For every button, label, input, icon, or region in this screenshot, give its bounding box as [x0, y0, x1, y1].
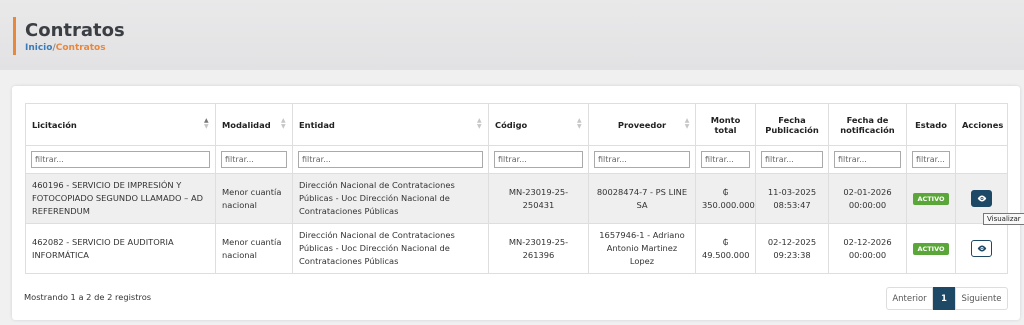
- view-tooltip: Visualizar: [983, 213, 1024, 225]
- cell-entidad: Dirección Nacional de Contrataciones Púb…: [292, 173, 489, 224]
- cell-estado: ACTIVO: [906, 223, 956, 274]
- page-title: Contratos: [25, 20, 125, 41]
- sort-arrows-icon: ▲ ▼: [577, 117, 582, 130]
- breadcrumb-current: Contratos: [55, 43, 106, 53]
- column-header-licitacion[interactable]: Licitación ▲ ▼: [25, 103, 216, 146]
- status-badge: ACTIVO: [913, 193, 949, 205]
- column-header-fecha-publicacion[interactable]: Fecha Publicación: [755, 103, 829, 146]
- table-row: 462082 - SERVICIO DE AUDITORIA INFORMÁTI…: [25, 223, 1008, 274]
- cell-estado: ACTIVO: [906, 173, 956, 224]
- column-header-acciones: Acciones: [955, 103, 1008, 146]
- cell-codigo: MN-23019-25-250431: [488, 173, 589, 224]
- filter-codigo-input[interactable]: [494, 151, 583, 168]
- column-header-estado[interactable]: Estado: [906, 103, 956, 146]
- cell-fecha-notificacion: 02-01-2026 00:00:00: [828, 173, 907, 224]
- cell-monto: ₲ 49.500.000: [695, 223, 756, 274]
- filter-modalidad-input[interactable]: [221, 151, 287, 168]
- cell-fecha-notificacion: 02-12-2026 00:00:00: [828, 223, 907, 274]
- filter-entidad-input[interactable]: [298, 151, 483, 168]
- contracts-card: Licitación ▲ ▼ Modalidad ▲ ▼ Entidad ▲ ▼ Códig…: [12, 86, 1020, 320]
- table-row: 460196 - SERVICIO DE IMPRESIÓN Y FOTOCOP…: [25, 173, 1008, 224]
- cell-fecha-publicacion: 02-12-2025 09:23:38: [755, 223, 829, 274]
- sort-arrows-icon: ▲ ▼: [281, 117, 286, 130]
- title-accent-bar: [13, 17, 16, 55]
- filter-fecha-publicacion-input[interactable]: [761, 151, 823, 168]
- filter-empty-cell: [955, 145, 1008, 174]
- cell-fecha-publicacion: 11-03-2025 08:53:47: [755, 173, 829, 224]
- column-header-codigo[interactable]: Código ▲ ▼: [488, 103, 589, 146]
- pagination: Anterior 1 Siguiente: [886, 287, 1008, 310]
- pagination-previous-button[interactable]: Anterior: [886, 287, 933, 310]
- filter-monto-input[interactable]: [701, 151, 750, 168]
- sort-arrows-icon: ▲ ▼: [684, 117, 690, 130]
- cell-modalidad: Menor cuantía nacional: [215, 173, 293, 224]
- view-button[interactable]: [971, 190, 992, 207]
- records-info: Mostrando 1 a 2 de 2 registros: [24, 292, 152, 302]
- cell-codigo: MN-23019-25-261396: [488, 223, 589, 274]
- sort-arrows-icon: ▲ ▼: [204, 117, 209, 130]
- filter-licitacion-input[interactable]: [31, 151, 210, 168]
- pagination-page-1[interactable]: 1: [933, 287, 955, 310]
- eye-icon: [977, 195, 986, 202]
- view-button[interactable]: [971, 240, 992, 257]
- breadcrumb: Inicio/Contratos: [25, 43, 106, 53]
- column-header-fecha-notificacion[interactable]: Fecha de notificación: [828, 103, 907, 146]
- cell-licitacion: 462082 - SERVICIO DE AUDITORIA INFORMÁTI…: [25, 223, 216, 274]
- cell-entidad: Dirección Nacional de Contrataciones Púb…: [292, 223, 489, 274]
- column-header-entidad[interactable]: Entidad ▲ ▼: [292, 103, 489, 146]
- filter-estado-input[interactable]: [912, 151, 950, 168]
- cell-proveedor: 1657946-1 - Adriano Antonio Martinez Lop…: [588, 223, 696, 274]
- column-header-proveedor[interactable]: Proveedor ▲ ▼: [588, 103, 696, 146]
- contracts-table: Licitación ▲ ▼ Modalidad ▲ ▼ Entidad ▲ ▼ Códig…: [25, 103, 1008, 274]
- column-header-monto[interactable]: Monto total: [695, 103, 756, 146]
- filter-fecha-notificacion-input[interactable]: [834, 151, 901, 168]
- column-header-modalidad[interactable]: Modalidad ▲ ▼: [215, 103, 293, 146]
- page-header: Contratos Inicio/Contratos: [0, 0, 1024, 70]
- cell-monto: ₲ 350.000.000: [695, 173, 756, 224]
- filter-proveedor-input[interactable]: [594, 151, 690, 168]
- cell-acciones: [955, 223, 1008, 274]
- breadcrumb-home-link[interactable]: Inicio: [25, 43, 52, 53]
- sort-arrows-icon: ▲ ▼: [477, 117, 482, 130]
- cell-proveedor: 80028474-7 - PS LINE SA: [588, 173, 696, 224]
- status-badge: ACTIVO: [913, 243, 949, 255]
- eye-icon: [977, 245, 986, 252]
- cell-modalidad: Menor cuantía nacional: [215, 223, 293, 274]
- pagination-next-button[interactable]: Siguiente: [955, 287, 1008, 310]
- cell-licitacion: 460196 - SERVICIO DE IMPRESIÓN Y FOTOCOP…: [25, 173, 216, 224]
